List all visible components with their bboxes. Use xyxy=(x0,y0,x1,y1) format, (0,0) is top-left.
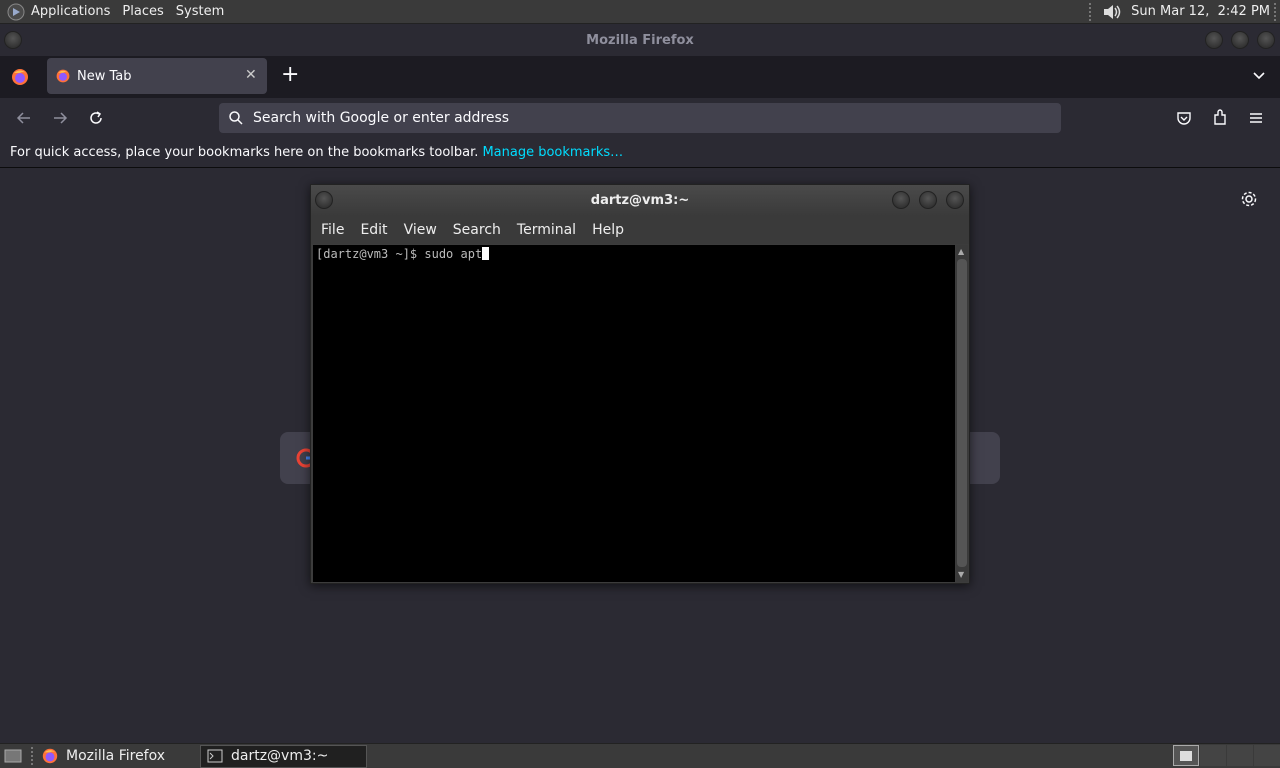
tab-label: New Tab xyxy=(77,68,132,84)
scrollbar-thumb[interactable] xyxy=(957,259,967,567)
firefox-taskbar-icon xyxy=(41,747,59,765)
back-icon[interactable] xyxy=(16,110,32,130)
forward-icon[interactable] xyxy=(52,110,68,130)
panel-separator xyxy=(1089,2,1093,21)
terminal-window-menu-button[interactable] xyxy=(315,191,333,209)
taskbar-firefox[interactable]: Mozilla Firefox xyxy=(35,745,200,768)
terminal-title: dartz@vm3:~ xyxy=(590,193,690,208)
scroll-up-arrow[interactable]: ▲ xyxy=(958,247,964,256)
workspace-4[interactable] xyxy=(1254,745,1280,766)
maximize-button[interactable] xyxy=(1231,31,1249,49)
tab-new-tab[interactable]: New Tab ✕ xyxy=(47,58,267,94)
url-bar[interactable]: Search with Google or enter address xyxy=(219,103,1061,133)
terminal-scrollbar[interactable]: ▲ ▼ xyxy=(956,245,968,582)
scroll-down-arrow[interactable]: ▼ xyxy=(958,570,964,579)
terminal-menu-terminal[interactable]: Terminal xyxy=(509,222,584,238)
workspace-switcher[interactable] xyxy=(1173,745,1199,766)
list-all-tabs-icon[interactable] xyxy=(1252,68,1266,87)
taskbar-terminal-label: dartz@vm3:~ xyxy=(231,748,329,764)
terminal-output[interactable]: [dartz@vm3 ~]$ sudo apt xyxy=(313,245,955,582)
firefox-titlebar[interactable]: Mozilla Firefox xyxy=(0,24,1280,56)
terminal-titlebar[interactable]: dartz@vm3:~ xyxy=(311,185,969,216)
terminal-menu-view[interactable]: View xyxy=(396,222,445,238)
firefox-tab-icon xyxy=(55,68,71,84)
close-tab-icon[interactable]: ✕ xyxy=(245,67,257,83)
app-menu-icon[interactable] xyxy=(1248,110,1264,130)
terminal-menu-help[interactable]: Help xyxy=(584,222,632,238)
url-input-placeholder[interactable]: Search with Google or enter address xyxy=(253,110,509,126)
taskbar-terminal[interactable]: dartz@vm3:~ xyxy=(200,744,367,768)
clock[interactable]: Sun Mar 12, 2:42 PM xyxy=(1131,4,1270,19)
extensions-icon[interactable] xyxy=(1212,109,1228,131)
places-menu[interactable]: Places xyxy=(118,0,171,24)
terminal-maximize-button[interactable] xyxy=(919,191,937,209)
terminal-menu-search[interactable]: Search xyxy=(445,222,509,238)
terminal-prompt: [dartz@vm3 ~]$ xyxy=(316,247,425,261)
taskbar-firefox-label: Mozilla Firefox xyxy=(66,748,166,764)
settings-gear-icon[interactable] xyxy=(1240,190,1258,212)
terminal-menubar: File Edit View Search Terminal Help xyxy=(311,216,969,244)
workspace-2[interactable] xyxy=(1200,745,1226,766)
volume-icon[interactable] xyxy=(1101,2,1123,22)
panel-separator-right xyxy=(1274,2,1278,21)
bookmarks-hint: For quick access, place your bookmarks h… xyxy=(10,145,479,160)
firefox-view-icon[interactable] xyxy=(10,67,30,91)
terminal-menu-file[interactable]: File xyxy=(313,222,352,238)
close-window-button[interactable] xyxy=(1257,31,1275,49)
system-menu[interactable]: System xyxy=(172,0,232,24)
new-tab-icon[interactable]: + xyxy=(281,63,299,87)
window-title: Mozilla Firefox xyxy=(586,32,694,48)
window-menu-button[interactable] xyxy=(4,31,22,49)
search-icon xyxy=(228,110,244,126)
terminal-window[interactable]: dartz@vm3:~ File Edit View Search Termin… xyxy=(310,184,970,584)
manage-bookmarks-link[interactable]: Manage bookmarks… xyxy=(482,145,623,160)
show-desktop-icon[interactable] xyxy=(3,747,23,765)
pocket-icon[interactable] xyxy=(1176,110,1192,130)
top-panel: Applications Places System Sun Mar 12, 2… xyxy=(0,0,1280,24)
bottom-taskbar: Mozilla Firefox dartz@vm3:~ xyxy=(0,743,1280,768)
terminal-menu-edit[interactable]: Edit xyxy=(352,222,395,238)
terminal-minimize-button[interactable] xyxy=(892,191,910,209)
terminal-taskbar-icon xyxy=(207,749,223,763)
applications-menu[interactable]: Applications xyxy=(27,0,118,24)
gnome-foot-icon[interactable] xyxy=(5,1,27,23)
tab-strip: New Tab ✕ + xyxy=(0,56,1280,98)
workspace-3[interactable] xyxy=(1227,745,1253,766)
reload-icon[interactable] xyxy=(88,110,104,130)
bookmarks-toolbar: For quick access, place your bookmarks h… xyxy=(0,138,1280,168)
terminal-command: sudo apt xyxy=(424,247,483,261)
terminal-close-button[interactable] xyxy=(946,191,964,209)
navigation-bar: Search with Google or enter address xyxy=(0,98,1280,138)
minimize-button[interactable] xyxy=(1205,31,1223,49)
terminal-cursor xyxy=(482,247,490,260)
